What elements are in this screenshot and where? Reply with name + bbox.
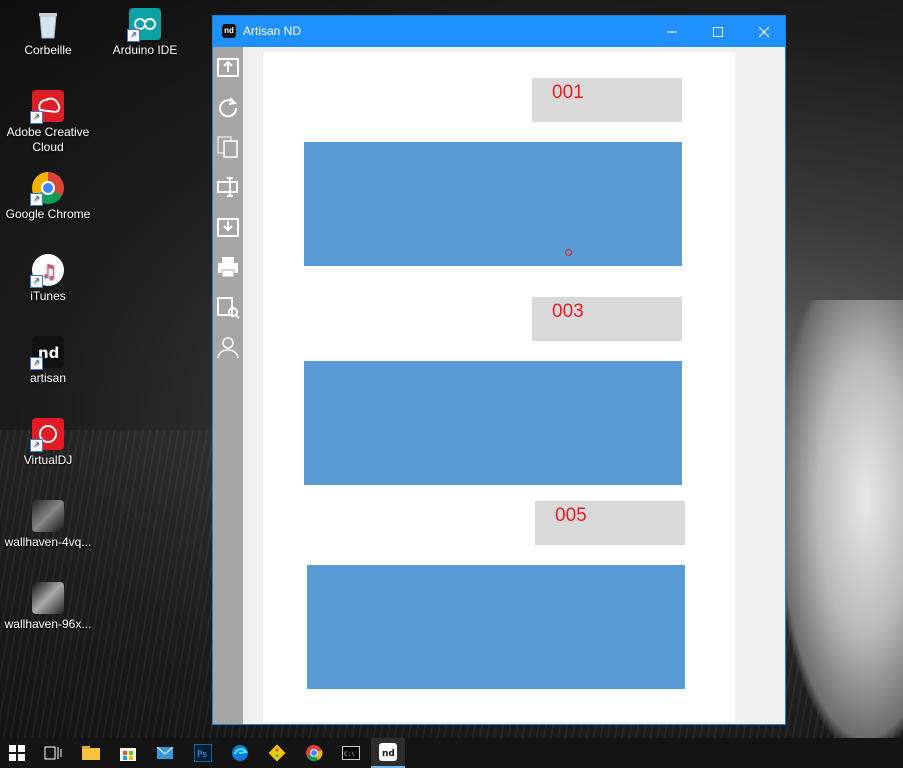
- task-view-icon: [44, 746, 62, 760]
- git-button[interactable]: [260, 738, 294, 768]
- shortcut-arrow-icon: ↗: [30, 357, 43, 370]
- store-button[interactable]: [111, 738, 145, 768]
- desktop-icon-wallhaven-2[interactable]: wallhaven-96x...: [3, 582, 93, 632]
- wallpaper-dog: [780, 300, 903, 740]
- image-file-icon: [32, 582, 64, 614]
- desktop-icon-chrome[interactable]: ↗ Google Chrome: [3, 172, 93, 222]
- maximize-icon: [713, 26, 723, 37]
- desktop-icon-label: iTunes: [30, 289, 66, 303]
- store-icon: [120, 748, 136, 761]
- svg-text:♫: ♫: [41, 261, 57, 282]
- minimize-button[interactable]: [649, 16, 695, 47]
- terminal-icon: C:\: [342, 746, 360, 760]
- label-box[interactable]: 005: [535, 501, 685, 545]
- export-icon: [217, 58, 239, 77]
- chrome-icon: [306, 745, 323, 762]
- photoshop-icon: Ps: [194, 744, 212, 762]
- blue-block[interactable]: [307, 565, 685, 689]
- chrome-button[interactable]: [297, 738, 331, 768]
- blue-block[interactable]: [304, 142, 682, 266]
- desktop-icon-itunes[interactable]: ♫ ↗ iTunes: [3, 254, 93, 304]
- refresh-icon: [219, 97, 238, 118]
- label-number: 005: [555, 505, 587, 526]
- desktop-icon-adobe-cc[interactable]: ↗ Adobe Creative Cloud: [3, 90, 93, 155]
- desktop-icon-label: VirtualDJ: [23, 453, 73, 467]
- image-file-icon: [32, 500, 64, 532]
- mail-button[interactable]: [148, 738, 182, 768]
- window-title: Artisan ND: [243, 24, 302, 38]
- mouse-cursor-icon: [565, 249, 572, 256]
- copy-pages-button[interactable]: [213, 127, 243, 167]
- close-button[interactable]: [741, 16, 787, 47]
- minimize-icon: [667, 31, 677, 32]
- desktop-icon-label: Adobe Creative Cloud: [6, 125, 90, 154]
- label-number: 003: [552, 301, 584, 322]
- print-button[interactable]: [213, 247, 243, 287]
- label-box[interactable]: 003: [532, 297, 682, 341]
- desktop-icon-arduino[interactable]: ↗ Arduino IDE: [100, 8, 190, 58]
- desktop-icon-label: Arduino IDE: [112, 43, 178, 57]
- download-icon: [217, 218, 239, 237]
- desktop-icon-wallhaven-1[interactable]: wallhaven-4vq...: [3, 500, 93, 550]
- shortcut-arrow-icon: ↗: [30, 439, 43, 452]
- user-icon: [217, 337, 239, 359]
- text-field-icon: [217, 177, 238, 197]
- edge-button[interactable]: [223, 738, 257, 768]
- shortcut-arrow-icon: ↗: [30, 193, 43, 206]
- file-explorer-icon: [82, 746, 100, 760]
- document-canvas[interactable]: 001 003 005: [263, 52, 735, 722]
- maximize-button[interactable]: [695, 16, 741, 47]
- print-icon: [218, 257, 238, 278]
- shortcut-arrow-icon: ↗: [30, 275, 43, 288]
- terminal-button[interactable]: C:\: [334, 738, 368, 768]
- artisan-icon: nd: [379, 743, 397, 761]
- desktop-icon-recycle-bin[interactable]: Corbeille: [3, 8, 93, 58]
- photoshop-button[interactable]: Ps: [186, 738, 220, 768]
- label-number: 001: [552, 82, 584, 103]
- download-button[interactable]: [213, 207, 243, 247]
- artisan-icon: nd ↗: [30, 336, 64, 370]
- itunes-icon: ♫ ↗: [30, 254, 64, 288]
- shortcut-arrow-icon: ↗: [30, 111, 43, 124]
- edge-icon: [232, 745, 248, 761]
- mail-icon: [156, 746, 174, 759]
- virtualdj-icon: ↗: [30, 418, 64, 452]
- blue-block[interactable]: [304, 361, 682, 485]
- start-button[interactable]: [0, 738, 34, 768]
- print-preview-icon: [217, 297, 240, 319]
- artisan-window: nd Artisan ND 001 003 005: [212, 15, 786, 725]
- export-button[interactable]: [213, 47, 243, 87]
- desktop-icon-label: artisan: [29, 371, 67, 385]
- text-field-button[interactable]: [213, 167, 243, 207]
- close-icon: [758, 26, 770, 37]
- task-view-button[interactable]: [36, 738, 70, 768]
- desktop-icon-virtualdj[interactable]: ↗ VirtualDJ: [3, 418, 93, 468]
- title-bar[interactable]: nd Artisan ND: [213, 16, 785, 47]
- desktop-icon-label: wallhaven-96x...: [4, 617, 92, 631]
- git-icon: [268, 744, 286, 762]
- start-icon: [9, 745, 25, 761]
- desktop-icon-label: Corbeille: [24, 43, 72, 57]
- file-explorer-button[interactable]: [74, 738, 108, 768]
- desktop-icon-label: wallhaven-4vq...: [4, 535, 92, 549]
- copy-pages-icon: [217, 136, 238, 158]
- taskbar: Ps C:\ nd: [0, 738, 903, 768]
- desktop-icon-label: Google Chrome: [5, 207, 91, 221]
- desktop-icon-artisan[interactable]: nd ↗ artisan: [3, 336, 93, 386]
- svg-text:C:\: C:\: [344, 751, 355, 758]
- user-button[interactable]: [213, 327, 243, 367]
- artisan-taskbar-button[interactable]: nd: [371, 738, 405, 768]
- chrome-icon: ↗: [30, 172, 64, 206]
- svg-text:Ps: Ps: [197, 750, 207, 760]
- arduino-icon: ↗: [127, 8, 161, 42]
- refresh-button[interactable]: [213, 87, 243, 127]
- app-logo-icon: nd: [222, 24, 236, 38]
- label-box[interactable]: 001: [532, 78, 682, 122]
- shortcut-arrow-icon: ↗: [127, 29, 140, 42]
- svg-text:nd: nd: [382, 749, 395, 759]
- recycle-bin-icon: [32, 8, 64, 40]
- creative-cloud-icon: ↗: [30, 90, 64, 124]
- side-toolbar: [213, 47, 243, 724]
- print-preview-button[interactable]: [213, 287, 243, 327]
